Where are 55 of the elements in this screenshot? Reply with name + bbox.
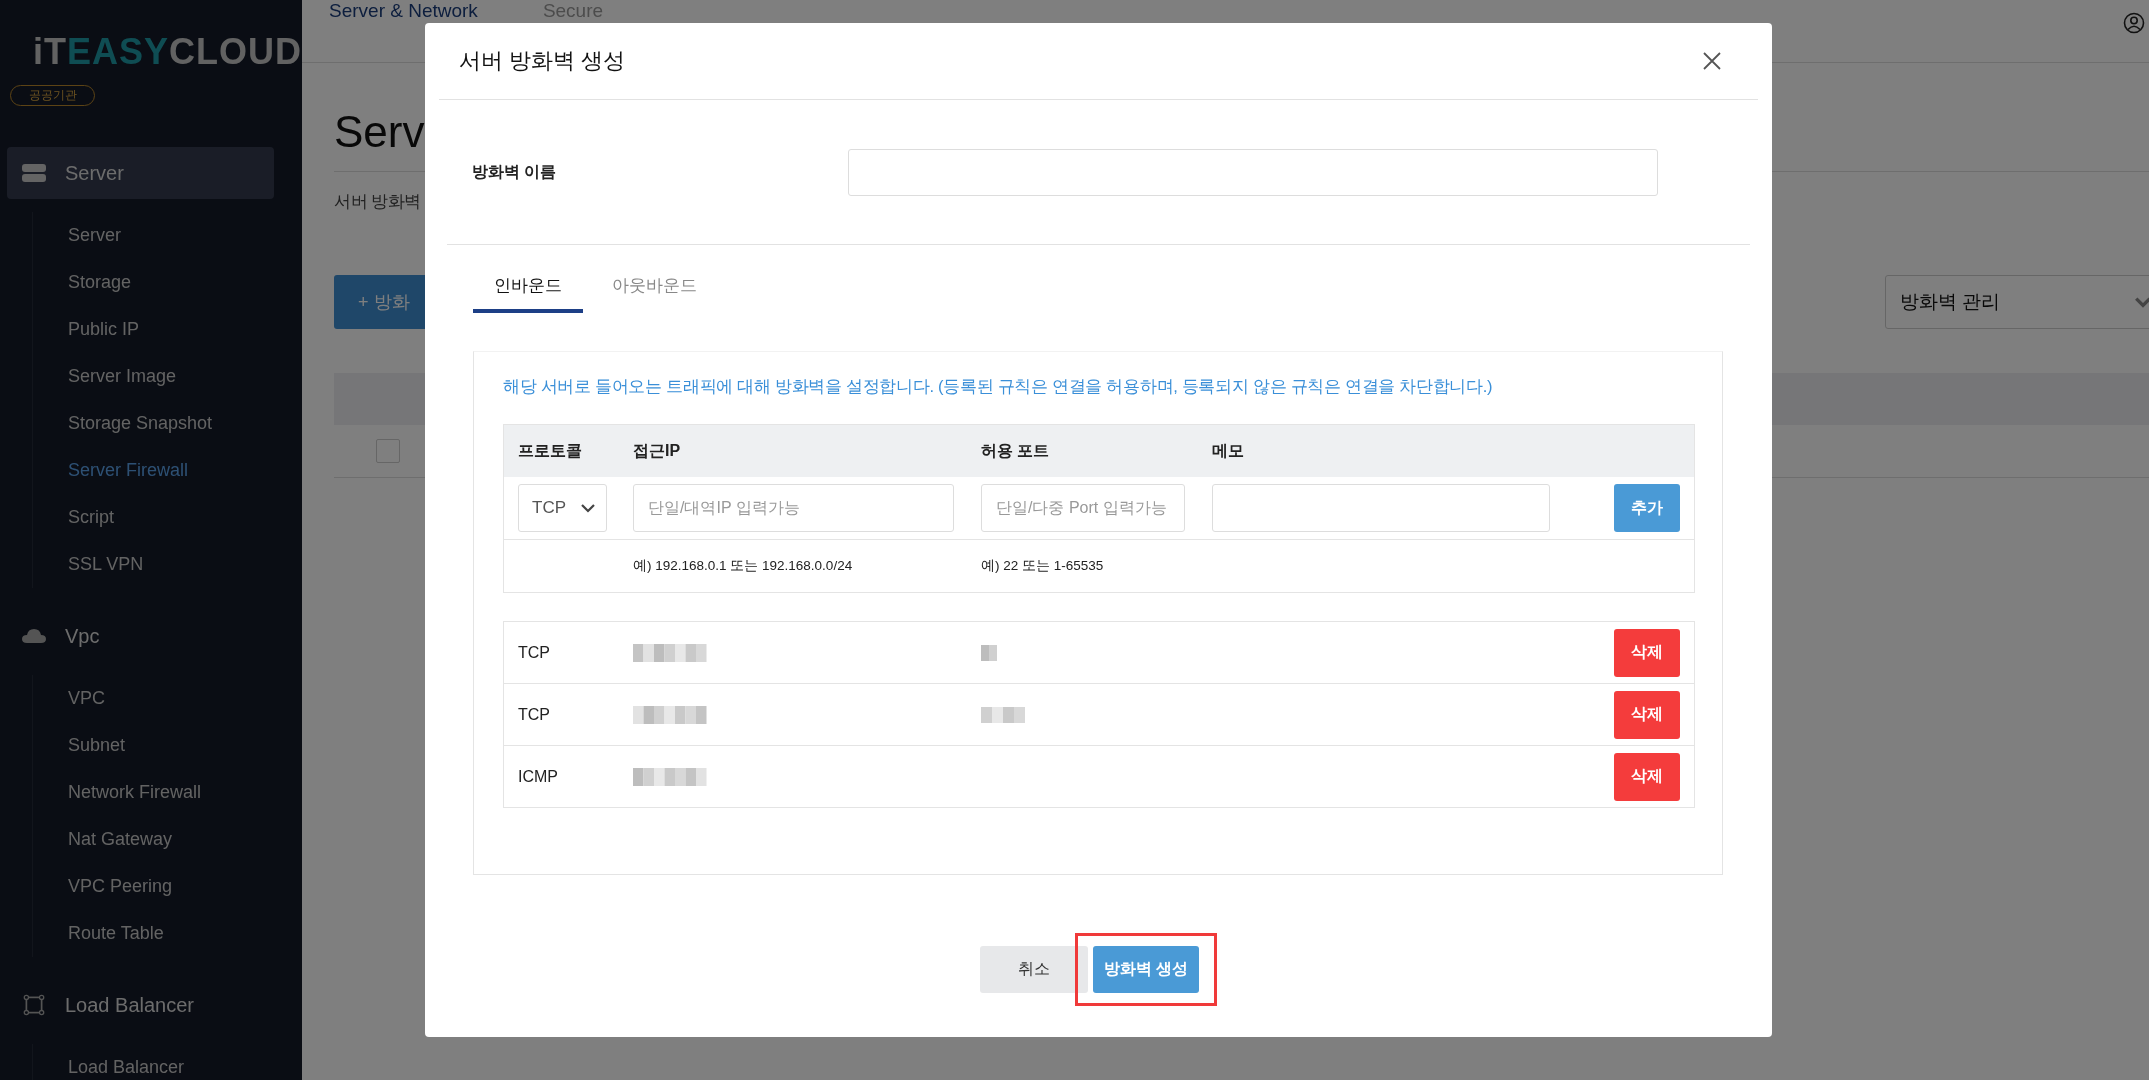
sidebar-item[interactable]: Subnet	[33, 722, 302, 769]
sidebar-item[interactable]: VPC	[33, 675, 302, 722]
cancel-button[interactable]: 취소	[980, 946, 1088, 993]
name-input-field[interactable]	[848, 148, 1658, 196]
delete-button[interactable]: 삭제	[1614, 752, 1680, 801]
memo-input-field[interactable]	[1212, 484, 1550, 532]
delete-button[interactable]: 삭제	[1614, 690, 1680, 739]
sidebar-section[interactable]: Server	[7, 147, 274, 199]
logo: iTEASYCLOUD	[33, 32, 303, 72]
sidebar-item[interactable]: VPC Peering	[33, 863, 302, 910]
sidebar-item[interactable]: Nat Gateway	[33, 816, 302, 863]
tab[interactable]: 인바운드	[473, 274, 583, 313]
column-header: 메모	[1212, 440, 1245, 461]
close-icon[interactable]	[1702, 51, 1722, 71]
sidebar-section[interactable]: Vpc	[7, 610, 274, 662]
page-subtitle: 서버 방화벽	[334, 191, 421, 213]
example-hint: 예) 22 또는 1-65535	[981, 557, 1105, 575]
column-header: 접근IP	[633, 440, 682, 461]
chevron-down-icon	[2134, 296, 2149, 308]
sidebar-item[interactable]: Storage Snapshot	[33, 400, 302, 447]
dialog-title: 서버 방화벽 생성	[459, 47, 626, 75]
protocol-cell-text: TCP	[518, 705, 551, 724]
sidebar-item[interactable]: Storage	[33, 259, 302, 306]
info-text: 해당 서버로 들어오는 트래픽에 대해 방화벽을 설정합니다. (등록된 규칙은 연결을 허용하며, 등록되지 않은 규칙은 연결을 차단합니다.)	[503, 376, 1494, 397]
protocol-select[interactable]: TCP	[518, 484, 607, 532]
chevron-down-icon	[580, 503, 596, 513]
user-icon[interactable]	[2123, 12, 2145, 34]
header-tab[interactable]: Server & Network	[329, 0, 478, 21]
sidebar-item[interactable]: Script	[33, 494, 302, 541]
sidebar-item[interactable]: Server	[33, 212, 302, 259]
protocol-cell-text: ICMP	[518, 767, 559, 786]
delete-button[interactable]: 삭제	[1614, 628, 1680, 677]
sidebar-item[interactable]: Route Table	[33, 910, 302, 957]
add-button[interactable]: 추가	[1614, 484, 1680, 532]
frame-icon	[21, 994, 47, 1016]
example-hint: 예) 192.168.0.1 또는 192.168.0.0/24	[633, 557, 854, 575]
manage-dropdown[interactable]: 방화벽 관리	[1885, 275, 2149, 329]
sidebar-item[interactable]: Server Firewall	[33, 447, 302, 494]
column-header: 프로토콜	[518, 440, 583, 461]
create-button[interactable]: 방화벽 생성	[1093, 946, 1199, 993]
sidebar-item[interactable]: Load Balancer	[33, 1044, 302, 1080]
ip-input-field[interactable]: 단일/대역IP 입력가능	[633, 484, 954, 532]
sidebar-item[interactable]: Server Image	[33, 353, 302, 400]
port-input-field[interactable]: 단일/다중 Port 입력가능	[981, 484, 1185, 532]
page-title: Serv	[334, 107, 425, 157]
server-icon	[21, 162, 47, 184]
sidebar-section[interactable]: Load Balancer	[7, 979, 274, 1031]
sidebar-item[interactable]: SSL VPN	[33, 541, 302, 588]
sidebar-item[interactable]: Public IP	[33, 306, 302, 353]
checkbox[interactable]	[376, 439, 400, 463]
tab[interactable]: 아웃바운드	[591, 274, 718, 313]
column-header: 허용 포트	[981, 440, 1051, 461]
sidebar-item[interactable]: Network Firewall	[33, 769, 302, 816]
protocol-cell-text: TCP	[518, 643, 551, 662]
field-label: 방화벽 이름	[472, 161, 558, 182]
